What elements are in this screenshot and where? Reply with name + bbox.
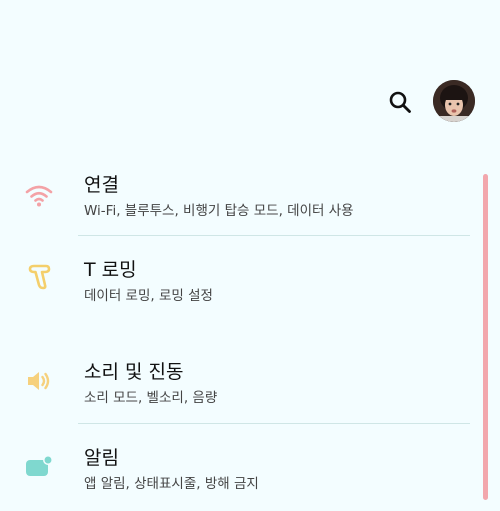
settings-item-connections[interactable]: 연결 Wi-Fi, 블루투스, 비행기 탑승 모드, 데이터 사용: [0, 168, 478, 238]
item-subtitle: 데이터 로밍, 로밍 설정: [84, 288, 213, 304]
top-bar: [0, 0, 500, 150]
item-subtitle: 소리 모드, 벨소리, 음량: [84, 390, 218, 406]
search-button[interactable]: [386, 88, 414, 116]
item-title: 소리 및 진동: [84, 361, 184, 383]
settings-item-sound-vibration[interactable]: 소리 및 진동 소리 모드, 벨소리, 음량: [0, 355, 478, 425]
item-title: 연결: [84, 174, 119, 196]
avatar-image: [433, 80, 475, 122]
t-roaming-icon: [24, 262, 54, 292]
item-subtitle: Wi-Fi, 블루투스, 비행기 탑승 모드, 데이터 사용: [84, 203, 354, 219]
scrollbar[interactable]: [483, 174, 488, 500]
settings-item-notifications[interactable]: 알림 앱 알림, 상태표시줄, 방해 금지: [0, 441, 478, 511]
wifi-icon: [24, 180, 54, 210]
notification-icon: [24, 451, 54, 481]
item-subtitle: 앱 알림, 상태표시줄, 방해 금지: [84, 476, 259, 492]
item-title: 알림: [84, 447, 119, 469]
divider: [78, 235, 470, 236]
search-icon: [389, 91, 411, 113]
settings-item-t-roaming[interactable]: T 로밍 데이터 로밍, 로밍 설정: [0, 253, 478, 323]
item-title: T 로밍: [84, 259, 137, 281]
divider: [78, 423, 470, 424]
speaker-icon: [24, 366, 54, 396]
profile-avatar[interactable]: [433, 80, 475, 122]
